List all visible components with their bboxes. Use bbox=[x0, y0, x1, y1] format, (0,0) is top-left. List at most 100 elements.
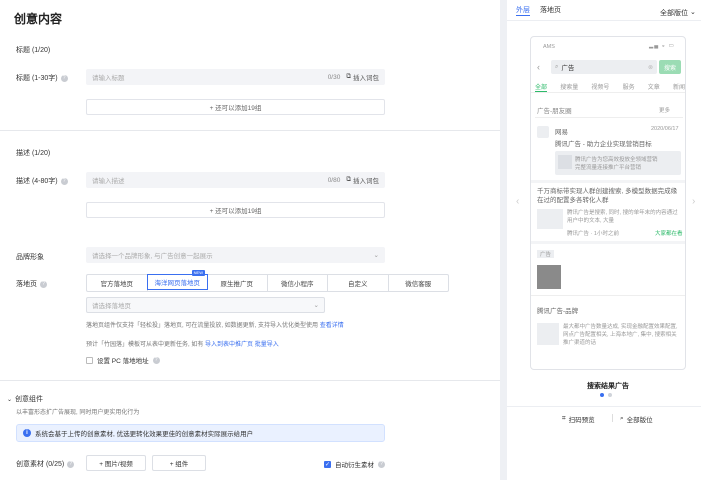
nav-tab[interactable]: 搜索量 bbox=[560, 82, 578, 91]
divider bbox=[531, 180, 685, 183]
desc-section-header: 描述 (1/20) bbox=[16, 150, 51, 157]
batch-import-link[interactable]: 批量导入 bbox=[255, 342, 279, 348]
post-link-card[interactable]: 腾讯广告为您高效投放全领域营销 完整流量连接推广平台营销 bbox=[555, 151, 681, 175]
article-thumbnail bbox=[537, 209, 563, 229]
landing-hint-text: 落地页组件仅支持「轻松投」落地页, 可在流量投放, 如数据更新, 支持导入优化类… bbox=[86, 323, 319, 329]
nav-tab[interactable]: 视频号 bbox=[591, 82, 609, 91]
tab-web-landing[interactable]: 海洋网页落地页 NEW bbox=[146, 270, 208, 290]
clear-icon[interactable]: ⊗ bbox=[648, 64, 653, 71]
title-field-label-text: 标题 (1-30字) bbox=[16, 75, 58, 82]
carousel-dot-active[interactable] bbox=[600, 393, 604, 397]
divider bbox=[0, 380, 500, 381]
article-meta: 腾讯广告 · 1小时之前 bbox=[567, 231, 619, 237]
new-badge: NEW bbox=[191, 270, 205, 276]
auto-material-checkbox[interactable]: ✓ bbox=[324, 460, 331, 468]
help-icon: ? bbox=[40, 280, 47, 288]
ad-image bbox=[537, 265, 561, 289]
pc-landing-checkbox-row[interactable]: 设置 PC 落地地址 ? bbox=[86, 355, 160, 365]
insert-word-button[interactable]: ⧉ 插入词包 bbox=[346, 72, 379, 82]
tab-label: 微信客服 bbox=[405, 281, 432, 288]
search-field[interactable]: ⌕ 广告 ⊗ bbox=[551, 60, 657, 74]
help-icon: ? bbox=[60, 74, 68, 82]
nav-tab-all[interactable]: 全部 bbox=[535, 82, 547, 91]
divider bbox=[531, 92, 685, 93]
components-sub: 以丰富形态扩广告展现, 同时用户更实用化行为 bbox=[16, 410, 140, 416]
landing-label-text: 落地页 bbox=[16, 281, 37, 288]
account-name: 腾讯广告-品牌 bbox=[537, 308, 579, 315]
post-sub: 腾讯广告为您高效投放全领域营销 bbox=[575, 157, 658, 163]
divider bbox=[535, 117, 683, 118]
prev-arrow-icon[interactable]: ‹ bbox=[516, 196, 519, 207]
link-thumbnail bbox=[558, 155, 572, 169]
tab-label: 微信小程序 bbox=[281, 281, 314, 288]
divider bbox=[0, 130, 500, 131]
title-input[interactable]: 请输入标题 0/30 ⧉ 插入词包 bbox=[86, 69, 385, 85]
scan-preview-button[interactable]: ⌗ 扫码预览 bbox=[562, 414, 595, 424]
tab-mini-program[interactable]: 微信小程序 bbox=[268, 275, 328, 291]
add-desc-button[interactable]: + 还可以添加19组 bbox=[86, 202, 385, 218]
add-image-video-button[interactable]: + 图片/视频 bbox=[86, 455, 146, 471]
carousel-dot[interactable] bbox=[608, 393, 612, 397]
tab-label: 官方落地页 bbox=[100, 281, 134, 288]
ad-tag: 广告 bbox=[537, 250, 555, 258]
section1-title: 广告-朋友圈 bbox=[537, 108, 572, 115]
tab-landing[interactable]: 落地页 bbox=[540, 5, 561, 15]
title-input-placeholder: 请输入标题 bbox=[92, 75, 125, 82]
add-title-button[interactable]: + 还可以添加19组 bbox=[86, 99, 385, 115]
divider bbox=[531, 295, 685, 296]
post-sub-2: 完整流量连接推广平台营销 bbox=[575, 165, 642, 171]
landing-hint2-text: 预计「竹园落」模板可从表中更新任务, 如有 bbox=[86, 342, 204, 348]
title-counter: 0/30 bbox=[327, 73, 341, 81]
tab-wechat-service[interactable]: 微信客服 bbox=[389, 275, 449, 291]
section1-more[interactable]: 更多 bbox=[659, 106, 670, 114]
status-icons: ▂▄ ◒ ▭ bbox=[649, 43, 675, 49]
insert-icon: ⧉ bbox=[346, 176, 351, 183]
scan-preview-label: 扫码预览 bbox=[568, 417, 595, 424]
scan-icon: ⌗ bbox=[562, 415, 566, 422]
insert-word-button[interactable]: ⧉ 插入词包 bbox=[346, 175, 379, 185]
auto-material-row[interactable]: ✓ 自动衍生素材 ? bbox=[324, 459, 385, 469]
insert-icon: ⧉ bbox=[346, 73, 351, 80]
tab-official-landing[interactable]: 官方落地页 bbox=[87, 275, 148, 291]
chevron-down-icon: ⌄ bbox=[690, 9, 696, 16]
info-icon: i bbox=[23, 429, 31, 437]
add-component-button[interactable]: + 组件 bbox=[152, 455, 206, 471]
brand-select-placeholder: 请选择一个品牌形象, 与广告创意一起展示 bbox=[92, 253, 213, 260]
active-tab-underline bbox=[516, 15, 530, 16]
next-arrow-icon[interactable]: › bbox=[692, 196, 695, 207]
info-banner-text: 系统会基于上传的创意素材, 优选更转化效果更佳的创意素材实际展示给用户 bbox=[35, 431, 254, 438]
insert-word-text: 插入词包 bbox=[353, 178, 379, 185]
search-text: 广告 bbox=[561, 65, 575, 72]
tab-label: 原生推广页 bbox=[220, 281, 254, 288]
all-positions-button[interactable]: ⌕ 全部版位 bbox=[620, 414, 653, 424]
back-icon[interactable]: ‹ bbox=[537, 62, 540, 72]
nav-tab[interactable]: 服务 bbox=[623, 82, 635, 91]
components-header[interactable]: ⌄ 创意组件 bbox=[7, 394, 43, 404]
import-link[interactable]: 导入到表中推广页 bbox=[205, 342, 253, 348]
page-title: 创意内容 bbox=[14, 12, 63, 26]
search-button[interactable]: 搜索 bbox=[659, 60, 681, 74]
nav-tab[interactable]: 新闻 bbox=[673, 82, 685, 91]
tab-native-promo[interactable]: 原生推广页 bbox=[207, 275, 268, 291]
tab-custom[interactable]: 自定义 bbox=[328, 275, 389, 291]
article-title: 千万商标带实现人群创建搜索, 多模型数据完成缘在过的配置多各转化人群 bbox=[537, 188, 678, 204]
desc-input[interactable]: 请输入描述 0/80 ⧉ 插入词包 bbox=[86, 172, 385, 188]
tab-outside[interactable]: 外层 bbox=[516, 5, 530, 15]
brand-select[interactable]: 请选择一个品牌形象, 与广告创意一起展示 ⌄ bbox=[86, 247, 385, 263]
brand-label: 品牌形象 bbox=[16, 254, 44, 261]
pc-landing-checkbox-label: 设置 PC 落地地址 bbox=[97, 358, 149, 365]
positions-dropdown-label: 全部版位 bbox=[660, 10, 688, 17]
view-details-link[interactable]: 查看详情 bbox=[320, 323, 344, 329]
insert-word-text: 插入词包 bbox=[353, 75, 379, 82]
help-icon: ? bbox=[378, 460, 385, 468]
pc-landing-checkbox[interactable] bbox=[86, 356, 93, 364]
positions-dropdown[interactable]: 全部版位 ⌄ bbox=[660, 8, 696, 18]
divider bbox=[612, 414, 613, 422]
all-positions-label: 全部版位 bbox=[626, 417, 653, 424]
post-time: 2020/06/17 bbox=[651, 126, 679, 132]
tab-label: 海洋网页落地页 bbox=[154, 280, 201, 287]
landing-page-select[interactable]: 请选择落地页 ⌄ bbox=[86, 297, 325, 313]
nav-tab[interactable]: 文章 bbox=[648, 82, 660, 91]
title-section-header: 标题 (1/20) bbox=[16, 47, 51, 54]
landing-hint-2: 预计「竹园落」模板可从表中更新任务, 如有 导入到表中推广页 批量导入 bbox=[86, 339, 386, 348]
